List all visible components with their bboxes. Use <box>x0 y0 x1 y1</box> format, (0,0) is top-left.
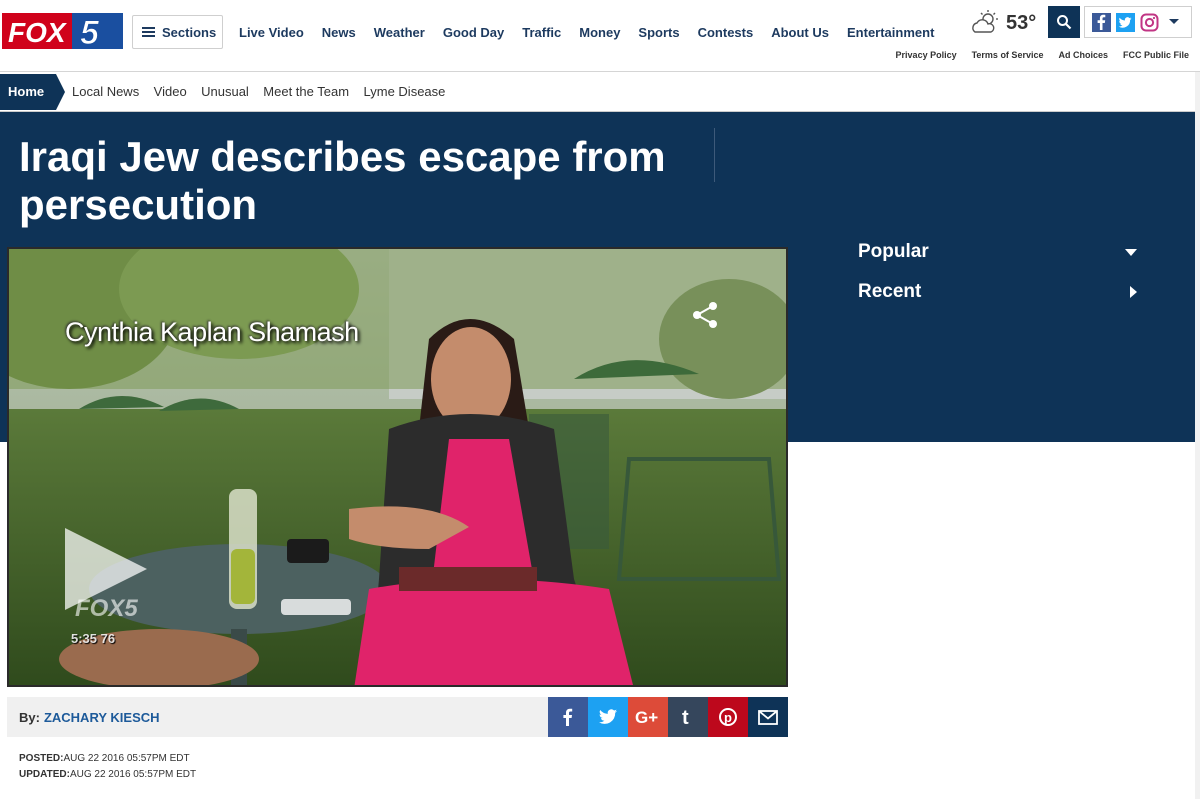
nav-news[interactable]: News <box>322 25 356 40</box>
posted-date: AUG 22 2016 05:57PM EDT <box>63 753 190 764</box>
fcc-public-file-link[interactable]: FCC Public File <box>1123 50 1189 60</box>
twitter-icon <box>599 709 617 724</box>
breadcrumb-unusual[interactable]: Unusual <box>201 84 249 99</box>
logo-fox-text: FOX <box>8 17 68 48</box>
weather-temperature: 53° <box>1006 11 1037 34</box>
hamburger-icon <box>142 27 155 37</box>
breadcrumb: Home Local News Video Unusual Meet the T… <box>0 72 1200 112</box>
nav-weather[interactable]: Weather <box>374 25 425 40</box>
facebook-icon[interactable] <box>1092 12 1111 32</box>
share-twitter-button[interactable] <box>588 697 628 737</box>
facebook-icon <box>563 708 573 726</box>
search-button[interactable] <box>1048 6 1080 38</box>
breadcrumb-home[interactable]: Home <box>0 73 65 110</box>
lower-third-name: Cynthia Kaplan Shamash <box>65 317 359 347</box>
nav-good-day[interactable]: Good Day <box>443 25 504 40</box>
chevron-down-icon[interactable] <box>1168 13 1180 31</box>
headline-divider <box>714 128 715 182</box>
breadcrumb-local-news[interactable]: Local News <box>72 84 139 99</box>
sections-label: Sections <box>162 24 217 40</box>
byline: By: ZACHARY KIESCH <box>7 697 548 737</box>
nav-about-us[interactable]: About Us <box>771 25 829 40</box>
main-nav: Live Video News Weather Good Day Traffic… <box>239 25 952 40</box>
posted-date-row: POSTED:AUG 22 2016 05:57PM EDT <box>19 751 196 767</box>
nav-money[interactable]: Money <box>579 25 620 40</box>
updated-date-row: UPDATED:AUG 22 2016 05:57PM EDT <box>19 767 196 783</box>
breadcrumb-lyme-disease[interactable]: Lyme Disease <box>364 84 446 99</box>
privacy-policy-link[interactable]: Privacy Policy <box>896 50 957 60</box>
nav-contests[interactable]: Contests <box>698 25 754 40</box>
email-icon <box>758 709 778 725</box>
page-scrollbar[interactable] <box>1195 72 1200 799</box>
updated-label: UPDATED: <box>19 769 70 780</box>
search-icon <box>1057 15 1072 30</box>
weather-widget[interactable]: 53° <box>970 8 1042 38</box>
ad-choices-link[interactable]: Ad Choices <box>1058 50 1108 60</box>
google-plus-icon: G+ <box>635 708 658 726</box>
terms-of-service-link[interactable]: Terms of Service <box>972 50 1044 60</box>
instagram-icon[interactable] <box>1140 13 1159 32</box>
legal-links: Privacy Policy Terms of Service Ad Choic… <box>881 50 1189 60</box>
station-bug-logo: FOX5 <box>75 595 138 622</box>
svg-text:p: p <box>724 710 732 725</box>
breadcrumb-links: Local News Video Unusual Meet the Team L… <box>72 83 455 101</box>
breadcrumb-video[interactable]: Video <box>154 84 187 99</box>
twitter-icon[interactable] <box>1116 12 1135 32</box>
station-bug-time: 5:35 76 <box>71 631 116 646</box>
author-link[interactable]: ZACHARY KIESCH <box>44 710 160 725</box>
partly-cloudy-icon <box>972 10 998 33</box>
share-pinterest-button[interactable]: p <box>708 697 748 737</box>
pinterest-icon: p <box>719 708 737 726</box>
posted-label: POSTED: <box>19 753 64 764</box>
popular-label: Popular <box>858 241 929 262</box>
share-facebook-button[interactable] <box>548 697 588 737</box>
nav-sports[interactable]: Sports <box>638 25 679 40</box>
article-headline: Iraqi Jew describes escape from persecut… <box>19 133 666 228</box>
svg-text:G+: G+ <box>635 708 658 726</box>
fox5-logo[interactable]: FOX 5 <box>2 13 123 49</box>
nav-live-video[interactable]: Live Video <box>239 25 304 40</box>
share-tumblr-button[interactable]: t <box>668 697 708 737</box>
share-icon[interactable] <box>689 299 721 331</box>
chevron-right-icon <box>1130 286 1137 298</box>
recent-label: Recent <box>858 281 922 302</box>
nav-entertainment[interactable]: Entertainment <box>847 25 934 40</box>
popular-toggle[interactable]: Popular <box>858 237 1138 267</box>
video-player[interactable]: Cynthia Kaplan Shamash FOX5 5:35 76 <box>7 247 788 687</box>
logo-five-text: 5 <box>80 14 100 49</box>
svg-text:t: t <box>682 707 689 727</box>
updated-date: AUG 22 2016 05:57PM EDT <box>69 769 197 780</box>
social-links <box>1084 6 1192 38</box>
chevron-down-icon <box>1125 248 1137 256</box>
share-bar: G+ t p <box>548 697 788 737</box>
nav-traffic[interactable]: Traffic <box>522 25 561 40</box>
share-email-button[interactable] <box>748 697 788 737</box>
breadcrumb-meet-the-team[interactable]: Meet the Team <box>263 84 349 99</box>
site-header: FOX 5 Sections Live Video News Weather G… <box>0 0 1200 72</box>
byline-prefix: By: <box>19 709 40 725</box>
article-dates: POSTED:AUG 22 2016 05:57PM EDT UPDATED:A… <box>19 751 196 783</box>
recent-toggle[interactable]: Recent <box>858 277 1138 307</box>
share-google-plus-button[interactable]: G+ <box>628 697 668 737</box>
tumblr-icon: t <box>682 707 689 727</box>
sections-menu-button[interactable]: Sections <box>132 15 223 49</box>
